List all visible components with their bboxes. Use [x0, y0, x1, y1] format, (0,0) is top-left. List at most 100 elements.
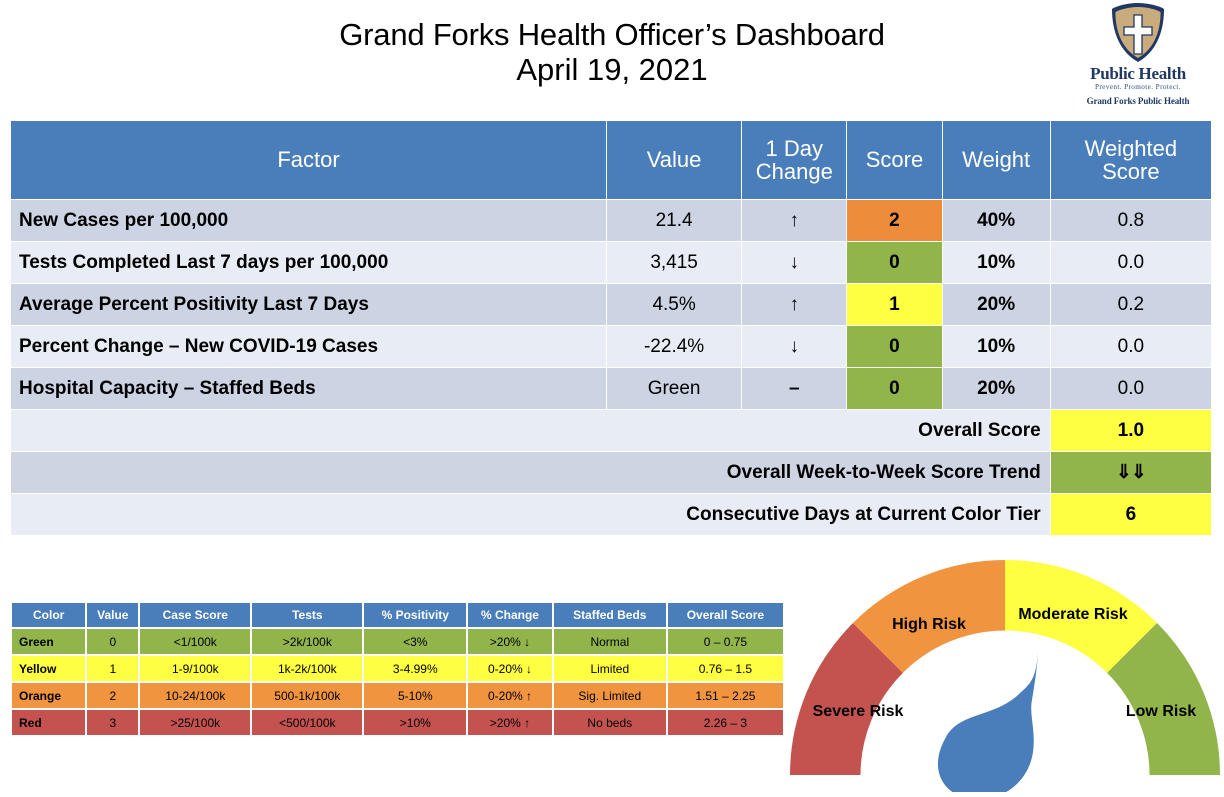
- legend-case-score: 10-24/100k: [140, 683, 251, 708]
- factor-name-cell: Percent Change – New COVID-19 Cases: [11, 326, 606, 367]
- factor-value-cell: 4.5%: [606, 284, 742, 325]
- table-row: Percent Change – New COVID-19 Cases -22.4…: [11, 326, 1211, 367]
- legend-staffed-beds: Normal: [553, 629, 666, 654]
- score-cell: 0: [847, 326, 942, 367]
- table-row: Average Percent Positivity Last 7 Days 4.…: [11, 284, 1211, 325]
- summary-label: Consecutive Days at Current Color Tier: [11, 494, 1050, 535]
- col-header-change-line1: 1 Day: [765, 135, 824, 161]
- col-header-value: Value: [606, 121, 742, 199]
- table-row: Hospital Capacity – Staffed Beds Green –0 2…: [11, 368, 1211, 409]
- factor-value-cell: -22.4%: [606, 326, 742, 367]
- weight-cell: 10%: [942, 242, 1050, 283]
- public-health-logo: Public Health Prevent. Promote. Protect.…: [1062, 2, 1214, 118]
- weighted-score-cell: 0.2: [1050, 284, 1211, 325]
- legend-percent-change: 0-20% ↑: [468, 683, 552, 708]
- factor-name-cell: New Cases per 100,000: [11, 200, 606, 241]
- legend-tests: 1k-2k/100k: [252, 656, 363, 681]
- factor-value-cell: Green: [606, 368, 742, 409]
- summary-value: 6: [1050, 494, 1211, 535]
- weight-cell: 20%: [942, 284, 1050, 325]
- legend-body: Green 0 <1/100k >2k/100k <3% >20% ↓ Normal 0 – …: [12, 629, 783, 735]
- legend-staffed-beds: No beds: [553, 710, 666, 735]
- legend-col-header: Staffed Beds: [553, 603, 666, 627]
- one-day-change-cell: ↓: [742, 326, 847, 367]
- legend-staffed-beds: Sig. Limited: [553, 683, 666, 708]
- table-row: New Cases per 100,000 21.4 ↑ 2 40% 0.8: [11, 200, 1211, 241]
- score-cell: 0: [847, 242, 942, 283]
- legend-tests: >2k/100k: [252, 629, 363, 654]
- legend-row: Red 3 >25/100k <500/100k >10% >20% ↑ No beds 2.…: [12, 710, 783, 735]
- legend-color-name: Orange: [12, 683, 86, 708]
- factor-name-cell: Tests Completed Last 7 days per 100,000: [11, 242, 606, 283]
- legend-value: 0: [87, 629, 139, 654]
- weight-cell: 20%: [942, 368, 1050, 409]
- legend-color-name: Red: [12, 710, 86, 735]
- legend-positivity: 5-10%: [364, 683, 467, 708]
- summary-row: Consecutive Days at Current Color Tier 6: [11, 494, 1211, 535]
- legend-color-name: Green: [12, 629, 86, 654]
- legend-value: 2: [87, 683, 139, 708]
- dashboard-main-table: Factor Value 1 Day Change Score Weight W…: [10, 120, 1212, 536]
- weighted-score-cell: 0.0: [1050, 326, 1211, 367]
- legend-header-row: Color Value Case Score Tests% Positivity% C…: [12, 603, 783, 627]
- weight-cell: 40%: [942, 200, 1050, 241]
- legend-positivity: <3%: [364, 629, 467, 654]
- table-row: Tests Completed Last 7 days per 100,000 3…: [11, 242, 1211, 283]
- page-title: Grand Forks Health Officer’s Dashboard: [339, 17, 885, 52]
- dashboard-date: April 19, 2021: [516, 51, 708, 87]
- col-header-weighted-score: Weighted Score: [1050, 121, 1211, 199]
- legend-col-header: Overall Score: [667, 603, 783, 627]
- summary-value: ⇓⇓: [1050, 452, 1211, 493]
- legend-case-score: <1/100k: [140, 629, 251, 654]
- logo-wordmark: Public Health: [1090, 64, 1186, 83]
- legend-col-header: Case Score: [140, 603, 251, 627]
- one-day-change-cell: ↓: [742, 242, 847, 283]
- legend-percent-change: >20% ↓: [468, 629, 552, 654]
- legend-tests: 500-1k/100k: [252, 683, 363, 708]
- factor-name-cell: Hospital Capacity – Staffed Beds: [11, 368, 606, 409]
- score-cell: 1: [847, 284, 942, 325]
- factor-name-cell: Average Percent Positivity Last 7 Days: [11, 284, 606, 325]
- score-cell: 2: [847, 200, 942, 241]
- legend-row: Green 0 <1/100k >2k/100k <3% >20% ↓ Normal 0 – …: [12, 629, 783, 654]
- score-cell: 0: [847, 368, 942, 409]
- one-day-change-cell: ↑: [742, 284, 847, 325]
- legend-row: Orange 2 10-24/100k 500-1k/100k 5-10% 0-20% ↑…: [12, 683, 783, 708]
- legend-positivity: 3-4.99%: [364, 656, 467, 681]
- legend-col-header: % Change: [468, 603, 552, 627]
- table-body: New Cases per 100,000 21.4 ↑ 2 40% 0.8 Tests C…: [11, 200, 1211, 535]
- col-header-weighted-line1: Weighted: [1084, 135, 1178, 161]
- risk-gauge-svg: [790, 560, 1220, 797]
- col-header-score: Score: [847, 121, 942, 199]
- legend-value: 3: [87, 710, 139, 735]
- legend-overall-score: 2.26 – 3: [667, 710, 783, 735]
- legend-col-header: Tests: [252, 603, 363, 627]
- weighted-score-cell: 0.0: [1050, 242, 1211, 283]
- logo-organization: Grand Forks Public Health: [1086, 96, 1190, 106]
- gauge-needle: [937, 652, 1038, 797]
- legend-overall-score: 1.51 – 2.25: [667, 683, 783, 708]
- logo-tagline: Prevent. Promote. Protect.: [1094, 83, 1182, 91]
- factor-value-cell: 3,415: [606, 242, 742, 283]
- legend-overall-score: 0.76 – 1.5: [667, 656, 783, 681]
- summary-value: 1.0: [1050, 410, 1211, 451]
- summary-row: Overall Week-to-Week Score Trend ⇓⇓: [11, 452, 1211, 493]
- table-header-row: Factor Value 1 Day Change Score Weight W…: [11, 121, 1211, 199]
- weighted-score-cell: 0.8: [1050, 200, 1211, 241]
- weight-cell: 10%: [942, 326, 1050, 367]
- legend-value: 1: [87, 656, 139, 681]
- col-header-weight: Weight: [942, 121, 1050, 199]
- title-block: Grand Forks Health Officer’s Dashboard A…: [0, 17, 1224, 87]
- summary-label: Overall Score: [11, 410, 1050, 451]
- legend-color-name: Yellow: [12, 656, 86, 681]
- legend-col-header: Value: [87, 603, 139, 627]
- legend-positivity: >10%: [364, 710, 467, 735]
- legend-staffed-beds: Limited: [553, 656, 666, 681]
- legend-col-header: % Positivity: [364, 603, 467, 627]
- col-header-one-day-change: 1 Day Change: [742, 121, 847, 199]
- legend-row: Yellow 1 1-9/100k 1k-2k/100k 3-4.99% 0-20% ↓ L…: [12, 656, 783, 681]
- legend-percent-change: 0-20% ↓: [468, 656, 552, 681]
- one-day-change-cell: ↑: [742, 200, 847, 241]
- summary-label: Overall Week-to-Week Score Trend: [11, 452, 1050, 493]
- legend-overall-score: 0 – 0.75: [667, 629, 783, 654]
